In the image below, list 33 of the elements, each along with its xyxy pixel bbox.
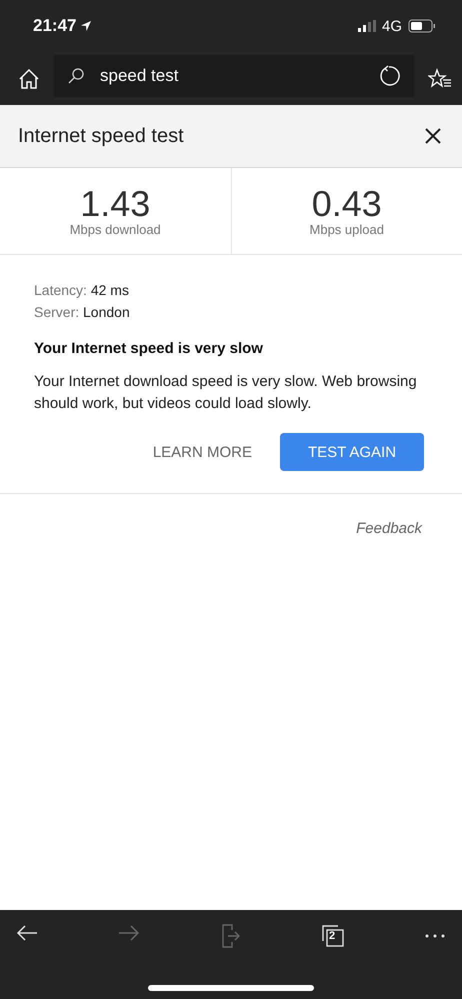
clock-time: 21:47 [33, 16, 76, 36]
result-heading: Your Internet speed is very slow [34, 340, 264, 357]
detail-value: 42 ms [90, 282, 129, 298]
detail-label: Latency: [34, 282, 87, 298]
speed-unit: Mbps upload [310, 222, 384, 236]
test-again-button[interactable]: TEST AGAIN [280, 433, 424, 471]
forward-icon [118, 924, 140, 942]
location-icon [80, 20, 92, 32]
signal-icon [358, 20, 376, 32]
detail-label: Server: [34, 304, 80, 320]
search-icon [68, 68, 84, 84]
close-icon[interactable] [424, 127, 442, 145]
tabs-button[interactable]: 2 [320, 924, 346, 948]
back-icon [16, 924, 38, 942]
network-label: 4G [382, 18, 402, 34]
tab-count: 2 [329, 930, 336, 942]
search-field[interactable]: speed test [54, 55, 414, 97]
speed-value: 1.43 [80, 186, 150, 222]
feedback-link[interactable]: Feedback [356, 520, 422, 537]
speed-value: 0.43 [312, 186, 382, 222]
detail-value: London [83, 304, 130, 320]
speed-unit: Mbps download [70, 222, 161, 236]
back-button[interactable] [14, 924, 40, 942]
more-icon [425, 934, 445, 938]
panel-title: Internet speed test [18, 124, 185, 148]
favorites-icon[interactable] [428, 68, 452, 90]
result-message: Your Internet download speed is very slow. Web browsing should work, but videos could load slowly. [34, 372, 418, 414]
reload-icon[interactable] [378, 65, 400, 87]
tabs-icon [321, 924, 345, 948]
battery-icon [408, 19, 436, 33]
learn-more-button[interactable]: LEARN MORE [152, 433, 252, 471]
phone-arrow-icon [222, 924, 240, 948]
home-icon[interactable] [18, 68, 40, 90]
